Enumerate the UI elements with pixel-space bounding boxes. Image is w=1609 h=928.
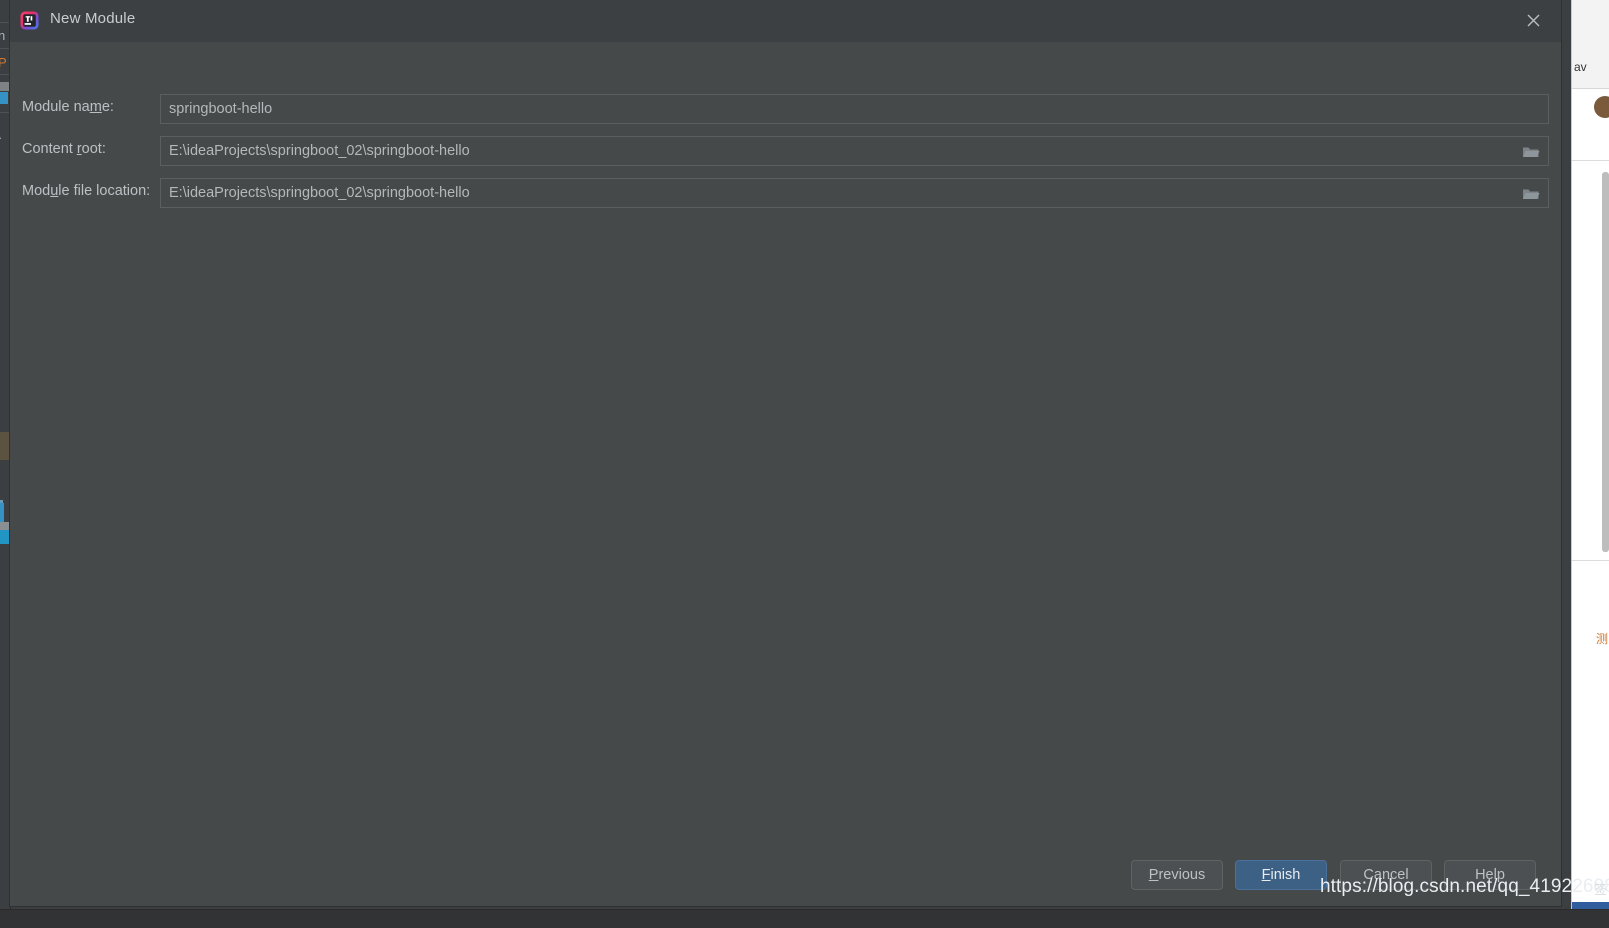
module-name-label: Module name: — [22, 99, 114, 115]
browser-avatar-image — [1594, 96, 1609, 118]
button-label: Cancel — [1363, 867, 1409, 883]
button-label-tail: inish — [1270, 867, 1301, 883]
field-row-content-root: Content root: E:\ideaProjects\springboot_… — [10, 136, 1561, 166]
sidebar-text-fragment: P — [0, 55, 7, 70]
module-name-value: springboot-hello — [169, 101, 273, 117]
previous-button[interactable]: Previous — [1131, 860, 1223, 890]
folder-icon[interactable] — [1518, 182, 1544, 205]
content-root-value: E:\ideaProjects\springboot_02\springboot… — [169, 143, 470, 159]
dialog-titlebar: New Module — [10, 0, 1561, 42]
dialog-form-area: Module name: springboot-hello Content root… — [10, 42, 1561, 906]
ide-right-browser-panel: av 测 — [1571, 0, 1609, 928]
button-label-tail: revious — [1158, 867, 1206, 883]
browser-divider-lower — [1572, 560, 1609, 561]
cancel-button[interactable]: Cancel — [1340, 860, 1432, 890]
browser-divider — [1572, 160, 1609, 161]
screen-root: nP· av 测 — [0, 0, 1609, 928]
browser-scrollbar-thumb[interactable] — [1602, 172, 1609, 552]
content-root-label: Content root: — [22, 141, 106, 157]
dialog-title: New Module — [50, 10, 136, 27]
close-icon[interactable] — [1518, 5, 1548, 35]
new-module-dialog: New Module Module name: springboot-hello C… — [10, 0, 1561, 906]
sidebar-separator — [0, 22, 10, 23]
sidebar-text-fragment: · — [0, 130, 2, 145]
sidebar-icon-fragment[interactable] — [0, 92, 8, 104]
browser-side-text: 测 — [1596, 632, 1609, 646]
label-text-tail: oot: — [81, 141, 106, 157]
folder-icon[interactable] — [1518, 140, 1544, 163]
sidebar-separator — [0, 48, 10, 49]
label-mnemonic: m — [89, 99, 102, 115]
dialog-footer: Previous Finish Cancel Help — [10, 848, 1561, 906]
finish-button[interactable]: Finish — [1235, 860, 1327, 890]
button-mnemonic: P — [1148, 867, 1159, 883]
label-text-tail: e: — [101, 99, 114, 115]
module-file-location-label: Module file location: — [22, 183, 150, 199]
sidebar-separator — [0, 74, 10, 75]
ide-status-bar — [0, 909, 1609, 928]
label-text: Mod — [22, 183, 51, 199]
module-file-location-input[interactable]: E:\ideaProjects\springboot_02\springboot… — [160, 178, 1549, 208]
field-row-module-name: Module name: springboot-hello — [10, 94, 1561, 124]
button-mnemonic: F — [1261, 867, 1271, 883]
browser-tab-label: av — [1574, 60, 1587, 74]
sidebar-text-fragment: n — [0, 28, 5, 43]
label-text-tail: le file location: — [58, 183, 151, 199]
browser-toolbar — [1572, 0, 1609, 89]
module-name-input[interactable]: springboot-hello — [160, 94, 1549, 124]
button-label: Help — [1475, 867, 1505, 883]
label-text: Module na — [22, 99, 90, 115]
sidebar-icon-fragment[interactable] — [0, 82, 10, 91]
sidebar-icon-fragment[interactable] — [0, 530, 10, 544]
sidebar-icon-fragment[interactable] — [0, 432, 10, 460]
sidebar-separator — [0, 112, 10, 113]
content-root-input[interactable]: E:\ideaProjects\springboot_02\springboot… — [160, 136, 1549, 166]
module-file-location-value: E:\ideaProjects\springboot_02\springboot… — [169, 185, 470, 201]
intellij-idea-icon — [20, 11, 39, 30]
help-button[interactable]: Help — [1444, 860, 1536, 890]
sidebar-icon-fragment[interactable] — [0, 522, 10, 530]
field-row-module-file-location: Module file location: E:\ideaProjects\spr… — [10, 178, 1561, 208]
label-text: Content — [22, 141, 77, 157]
